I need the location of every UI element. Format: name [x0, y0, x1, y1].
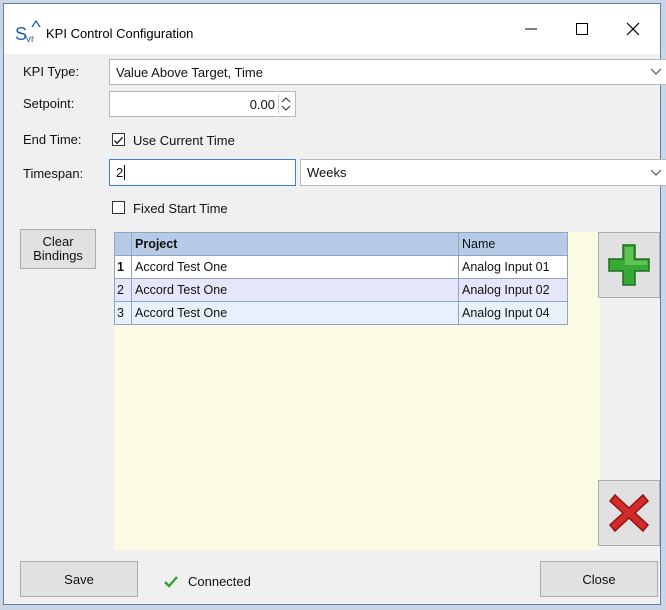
connection-status: Connected [164, 574, 251, 589]
close-icon [626, 22, 640, 36]
close-window-button[interactable] [610, 14, 656, 44]
chevron-down-icon [650, 169, 662, 176]
timespan-label: Timespan: [23, 166, 84, 181]
name-cell[interactable]: Analog Input 02 [458, 278, 568, 302]
fixed-start-time-checkbox[interactable] [112, 201, 125, 214]
minimize-icon [525, 28, 537, 30]
column-header-project[interactable]: Project [131, 232, 459, 256]
chevron-down-icon [650, 68, 662, 75]
kpi-config-window: S vr KPI Control Configuration KPI Type:… [3, 3, 666, 605]
table-row[interactable]: 3 Accord Test One Analog Input 04 [114, 301, 568, 325]
status-text: Connected [188, 574, 251, 589]
maximize-icon [576, 23, 588, 35]
row-index: 1 [114, 255, 132, 279]
end-time-label: End Time: [23, 132, 82, 147]
window-title: KPI Control Configuration [46, 26, 194, 41]
project-cell[interactable]: Accord Test One [131, 301, 459, 325]
project-cell[interactable]: Accord Test One [131, 278, 459, 302]
close-label: Close [582, 571, 616, 587]
setpoint-input[interactable]: 0.00 [109, 91, 296, 117]
setpoint-spinner[interactable] [278, 94, 293, 114]
x-icon [608, 493, 650, 533]
timespan-unit-select[interactable]: Weeks [300, 159, 666, 186]
grid-corner-cell [114, 232, 132, 256]
use-current-time-label: Use Current Time [133, 133, 235, 148]
timespan-value: 2 [116, 165, 124, 180]
app-logo-icon: S vr [14, 18, 44, 45]
save-button[interactable]: Save [20, 561, 138, 597]
close-button[interactable]: Close [540, 561, 658, 597]
project-cell[interactable]: Accord Test One [131, 255, 459, 279]
name-cell[interactable]: Analog Input 04 [458, 301, 568, 325]
table-row[interactable]: 1 Accord Test One Analog Input 01 [114, 255, 568, 279]
bindings-grid: Project Name 1 Accord Test One Analog In… [114, 232, 568, 325]
svg-text:vr: vr [26, 34, 35, 44]
use-current-time-checkbox[interactable] [112, 133, 125, 146]
checkmark-icon [113, 136, 124, 145]
title-bar: S vr KPI Control Configuration [4, 4, 660, 54]
row-index: 3 [114, 301, 132, 325]
delete-binding-button[interactable] [598, 480, 660, 546]
table-row[interactable]: 2 Accord Test One Analog Input 02 [114, 278, 568, 302]
grid-header-row: Project Name [114, 232, 568, 256]
setpoint-value: 0.00 [249, 96, 275, 112]
spin-arrows-icon [281, 97, 291, 111]
setpoint-label: Setpoint: [23, 96, 75, 111]
kpi-type-value: Value Above Target, Time [116, 64, 263, 80]
fixed-start-time-label: Fixed Start Time [133, 201, 228, 216]
name-cell[interactable]: Analog Input 01 [458, 255, 568, 279]
row-index: 2 [114, 278, 132, 302]
checkmark-icon [164, 575, 178, 588]
clear-bindings-label: Clear Bindings [33, 234, 83, 263]
column-header-name[interactable]: Name [458, 232, 568, 256]
clear-bindings-button[interactable]: Clear Bindings [20, 229, 96, 269]
kpi-type-select[interactable]: Value Above Target, Time [109, 59, 666, 85]
kpi-type-label: KPI Type: [23, 64, 80, 79]
save-label: Save [64, 571, 94, 587]
text-cursor [124, 165, 126, 180]
maximize-button[interactable] [559, 14, 605, 44]
add-binding-button[interactable] [598, 232, 660, 298]
bindings-grid-panel: Project Name 1 Accord Test One Analog In… [114, 232, 600, 550]
timespan-input[interactable]: 2 [109, 159, 296, 186]
plus-icon [608, 244, 650, 286]
minimize-button[interactable] [508, 14, 554, 44]
timespan-unit-value: Weeks [307, 165, 347, 180]
